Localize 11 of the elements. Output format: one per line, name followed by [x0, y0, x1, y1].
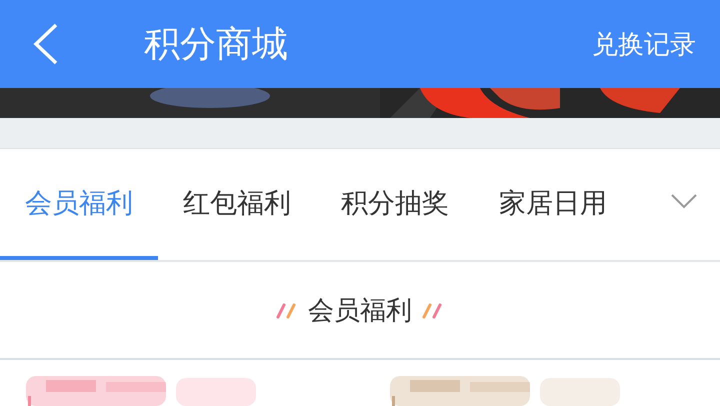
back-button[interactable]	[32, 22, 60, 66]
chevron-down-icon	[670, 192, 698, 208]
slash-decoration-icon	[422, 301, 444, 319]
section-title: 会员福利	[308, 294, 412, 328]
category-tab[interactable]: 会员福利	[0, 149, 158, 260]
category-tab[interactable]: 家居日用	[474, 149, 632, 260]
slash-decoration-icon	[276, 301, 298, 319]
page-title: 积分商城	[144, 22, 288, 66]
category-tab[interactable]: 积分抽奖	[316, 149, 474, 260]
back-icon	[32, 22, 60, 66]
category-tab[interactable]: 红包福利	[158, 149, 316, 260]
